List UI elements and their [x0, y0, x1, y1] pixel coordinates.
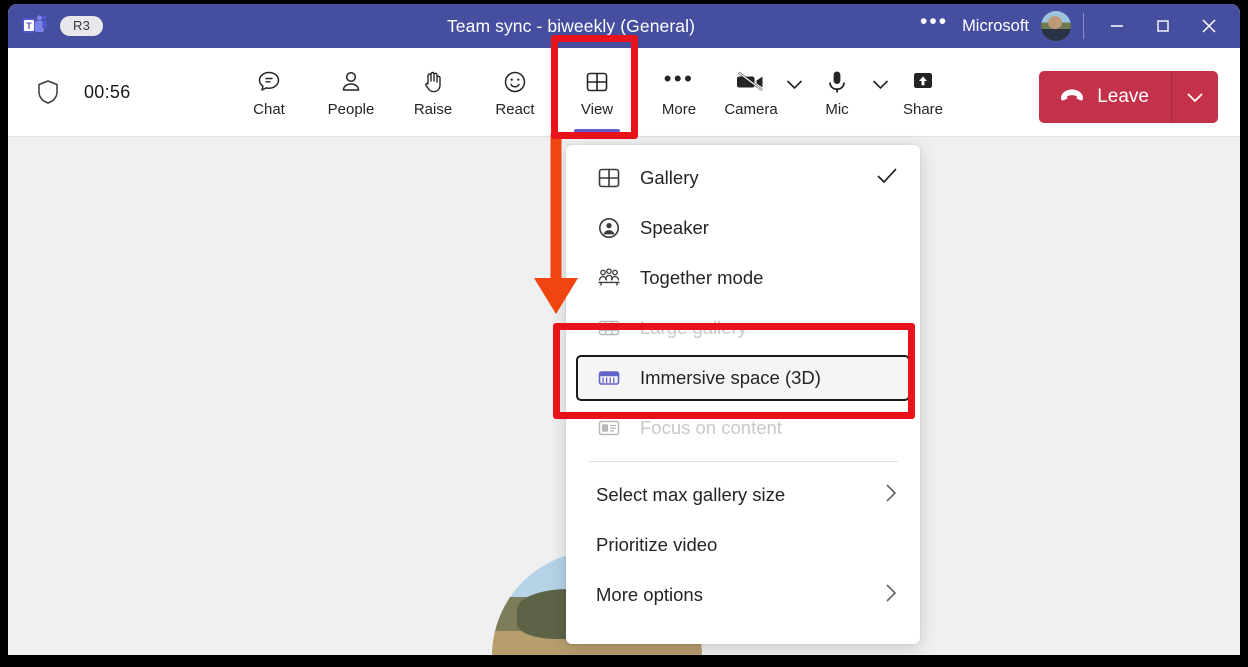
menu-item-label: Gallery: [640, 167, 876, 189]
mic-chevron-down-icon[interactable]: [868, 48, 892, 137]
menu-divider: [588, 461, 898, 462]
menu-item-large-gallery: Large gallery: [566, 303, 920, 353]
leave-button[interactable]: Leave: [1039, 71, 1172, 123]
maximize-icon[interactable]: [1140, 4, 1186, 48]
camera-off-icon: [736, 67, 766, 97]
menu-item-label: Select max gallery size: [596, 484, 885, 506]
large-gallery-icon: [596, 315, 622, 341]
call-toolbar: 00:56 Chat: [8, 48, 1240, 137]
menu-item-label: Immersive space (3D): [640, 367, 898, 389]
view-dropdown-menu: Gallery Speaker: [566, 145, 920, 644]
menu-item-label: Speaker: [640, 217, 898, 239]
chevron-right-icon: [885, 583, 898, 608]
screenshot-root: T R3 Team sync - biweekly (General) ••• …: [0, 0, 1248, 667]
immersive-space-icon: [596, 365, 622, 391]
shield-icon[interactable]: [36, 79, 60, 105]
people-icon: [337, 67, 365, 97]
control-label: People: [328, 101, 375, 118]
menu-item-label: More options: [596, 584, 885, 606]
together-mode-icon: [596, 265, 622, 291]
control-view[interactable]: View: [556, 48, 638, 137]
close-icon[interactable]: [1186, 4, 1232, 48]
raise-hand-icon: [419, 67, 447, 97]
control-label: View: [581, 101, 613, 118]
teams-logo-icon: T: [22, 14, 48, 38]
react-smiley-icon: [501, 67, 529, 97]
leave-call-group: Leave: [1039, 71, 1218, 123]
control-camera[interactable]: Camera: [720, 48, 782, 137]
account-label[interactable]: Microsoft: [962, 17, 1041, 36]
share-screen-icon: [909, 67, 937, 97]
control-people[interactable]: People: [310, 48, 392, 137]
call-timer: 00:56: [84, 82, 131, 103]
focus-content-icon: [596, 415, 622, 441]
menu-item-label: Prioritize video: [596, 534, 898, 556]
leave-label: Leave: [1097, 86, 1149, 108]
view-grid-icon: [583, 67, 611, 97]
chat-icon: [255, 67, 283, 97]
menu-item-together-mode[interactable]: Together mode: [566, 253, 920, 303]
control-label: Camera: [724, 101, 777, 118]
divider: [1083, 13, 1084, 39]
menu-item-select-max-gallery-size[interactable]: Select max gallery size: [566, 470, 920, 520]
menu-item-label: Focus on content: [640, 417, 898, 439]
gallery-grid-icon: [596, 165, 622, 191]
checkmark-icon: [876, 167, 898, 190]
control-label: More: [662, 101, 696, 118]
menu-item-label: Together mode: [640, 267, 898, 289]
hangup-phone-icon: [1059, 86, 1085, 108]
window-title: Team sync - biweekly (General): [228, 16, 914, 37]
teams-meeting-window: T R3 Team sync - biweekly (General) ••• …: [8, 4, 1240, 655]
menu-item-speaker[interactable]: Speaker: [566, 203, 920, 253]
title-bar-right: ••• Microsoft: [914, 4, 1240, 48]
control-label: Raise: [414, 101, 452, 118]
menu-item-prioritize-video[interactable]: Prioritize video: [566, 520, 920, 570]
control-label: Chat: [253, 101, 285, 118]
control-label: Mic: [825, 101, 848, 118]
leave-chevron-down-icon[interactable]: [1172, 71, 1218, 123]
camera-chevron-down-icon[interactable]: [782, 48, 806, 137]
title-more-dots-icon[interactable]: •••: [914, 16, 962, 36]
device-controls: Camera Mic: [720, 48, 954, 137]
speaker-person-icon: [596, 215, 622, 241]
menu-item-more-options[interactable]: More options: [566, 570, 920, 620]
control-mic[interactable]: Mic: [806, 48, 868, 137]
control-react[interactable]: React: [474, 48, 556, 137]
app-badge[interactable]: R3: [60, 16, 103, 36]
mic-icon: [824, 67, 850, 97]
minimize-icon[interactable]: [1094, 4, 1140, 48]
control-raise[interactable]: Raise: [392, 48, 474, 137]
more-dots-icon: •••: [664, 67, 695, 97]
menu-item-focus-on-content: Focus on content: [566, 403, 920, 453]
control-more[interactable]: ••• More: [638, 48, 720, 137]
title-bar: T R3 Team sync - biweekly (General) ••• …: [8, 4, 1240, 48]
svg-text:T: T: [26, 21, 32, 31]
menu-item-gallery[interactable]: Gallery: [566, 153, 920, 203]
menu-item-immersive-space[interactable]: Immersive space (3D): [566, 353, 920, 403]
control-label: React: [495, 101, 534, 118]
toolbar-controls: Chat People: [228, 48, 954, 137]
control-label: Share: [903, 101, 943, 118]
menu-item-label: Large gallery: [640, 317, 898, 339]
control-chat[interactable]: Chat: [228, 48, 310, 137]
chevron-right-icon: [885, 483, 898, 508]
avatar[interactable]: [1041, 11, 1071, 41]
control-share[interactable]: Share: [892, 48, 954, 137]
